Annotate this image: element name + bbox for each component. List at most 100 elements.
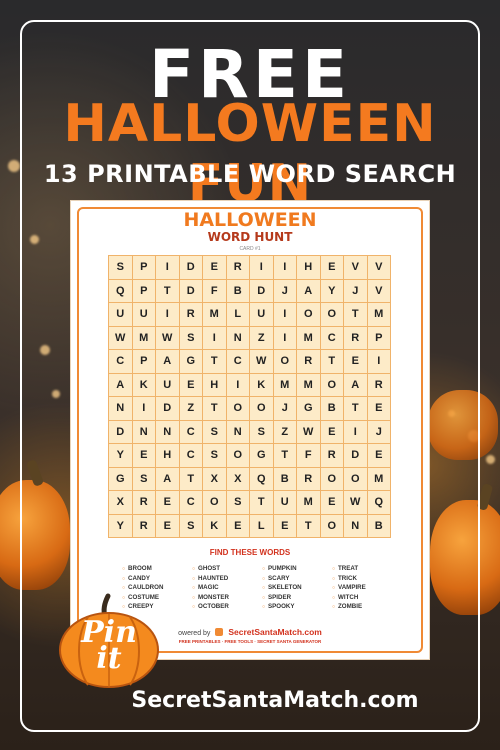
grid-cell: D <box>179 279 203 303</box>
grid-cell: N <box>226 420 250 444</box>
grid-cell: S <box>179 514 203 538</box>
grid-cell: N <box>226 326 250 350</box>
grid-cell: I <box>203 326 227 350</box>
grid-cell: N <box>132 420 156 444</box>
word-list-item: VAMPIRE <box>332 584 402 594</box>
grid-cell: R <box>297 467 321 491</box>
grid-cell: B <box>367 514 391 538</box>
bokeh-light <box>486 455 495 464</box>
grid-cell: V <box>367 279 391 303</box>
grid-cell: W <box>250 350 274 374</box>
grid-cell: O <box>320 467 344 491</box>
grid-cell: G <box>250 444 274 468</box>
grid-cell: N <box>156 420 180 444</box>
grid-cell: M <box>297 326 321 350</box>
grid-cell: O <box>226 397 250 421</box>
grid-cell: F <box>297 444 321 468</box>
grid-cell: W <box>344 491 368 515</box>
word-list-item: SPIDER <box>262 594 332 604</box>
word-list-item: BROOM <box>122 565 192 575</box>
brand-name: SecretSantaMatch.com <box>228 627 322 637</box>
word-list-item: SKELETON <box>262 584 332 594</box>
grid-cell: D <box>179 256 203 280</box>
grid-cell: J <box>367 420 391 444</box>
grid-cell: E <box>344 350 368 374</box>
grid-cell: O <box>344 467 368 491</box>
grid-cell: Z <box>250 326 274 350</box>
grid-cell: A <box>156 350 180 374</box>
grid-cell: Q <box>250 467 274 491</box>
word-list-item: WITCH <box>332 594 402 604</box>
grid-cell: U <box>132 303 156 327</box>
grid-cell: E <box>132 444 156 468</box>
grid-cell: E <box>320 256 344 280</box>
word-list-item: TRICK <box>332 575 402 585</box>
grid-cell: R <box>226 256 250 280</box>
grid-cell: A <box>344 373 368 397</box>
grid-cell: C <box>179 491 203 515</box>
grid-cell: B <box>226 279 250 303</box>
grid-cell: G <box>179 350 203 374</box>
grid-cell: R <box>297 350 321 374</box>
grid-cell: X <box>109 491 133 515</box>
grid-cell: D <box>250 279 274 303</box>
grid-cell: B <box>273 467 297 491</box>
grid-cell: O <box>320 373 344 397</box>
grid-cell: M <box>203 303 227 327</box>
grid-cell: E <box>156 491 180 515</box>
grid-cell: I <box>156 256 180 280</box>
grid-cell: K <box>203 514 227 538</box>
grid-cell: U <box>250 303 274 327</box>
grid-cell: N <box>109 397 133 421</box>
find-words-title: FIND THESE WORDS <box>209 548 291 557</box>
grid-cell: J <box>344 279 368 303</box>
grid-cell: A <box>156 467 180 491</box>
letter-grid: SPIDERIIHEVVQPTDFBDJAYJVUUIRMLUIOOTMWMWS… <box>108 255 391 538</box>
pin-it-button[interactable]: Pin it <box>58 590 160 688</box>
grid-cell: O <box>320 303 344 327</box>
grid-cell: C <box>320 326 344 350</box>
grid-cell: E <box>320 491 344 515</box>
grid-cell: A <box>297 279 321 303</box>
grid-cell: M <box>367 303 391 327</box>
grid-cell: R <box>132 514 156 538</box>
word-list-item: GHOST <box>192 565 262 575</box>
grid-cell: S <box>226 491 250 515</box>
grid-cell: I <box>132 397 156 421</box>
grid-cell: Z <box>179 397 203 421</box>
grid-cell: C <box>109 350 133 374</box>
grid-cell: M <box>367 467 391 491</box>
grid-cell: E <box>203 256 227 280</box>
grid-cell: J <box>273 397 297 421</box>
grid-cell: Q <box>367 491 391 515</box>
grid-cell: R <box>367 373 391 397</box>
grid-cell: H <box>203 373 227 397</box>
word-list-item: PUMPKIN <box>262 565 332 575</box>
grid-cell: R <box>320 444 344 468</box>
grid-cell: X <box>203 467 227 491</box>
grid-cell: O <box>273 350 297 374</box>
grid-cell: L <box>226 303 250 327</box>
word-list-item: TREAT <box>332 565 402 575</box>
grid-cell: N <box>344 514 368 538</box>
grid-cell: T <box>320 350 344 374</box>
powered-by-label: owered by <box>178 630 211 637</box>
grid-cell: X <box>226 467 250 491</box>
grid-cell: I <box>273 303 297 327</box>
grid-cell: E <box>320 420 344 444</box>
footer-site[interactable]: SecretSantaMatch.com <box>25 688 500 713</box>
grid-cell: M <box>273 373 297 397</box>
grid-cell: U <box>156 373 180 397</box>
grid-cell: T <box>344 303 368 327</box>
grid-cell: E <box>156 514 180 538</box>
word-list-item: SPOOKY <box>262 603 332 613</box>
grid-cell: D <box>344 444 368 468</box>
grid-cell: T <box>297 514 321 538</box>
grid-cell: P <box>132 279 156 303</box>
grid-cell: I <box>226 373 250 397</box>
grid-cell: I <box>273 256 297 280</box>
grid-cell: U <box>109 303 133 327</box>
grid-cell: Z <box>273 420 297 444</box>
grid-cell: S <box>109 256 133 280</box>
grid-cell: O <box>297 303 321 327</box>
